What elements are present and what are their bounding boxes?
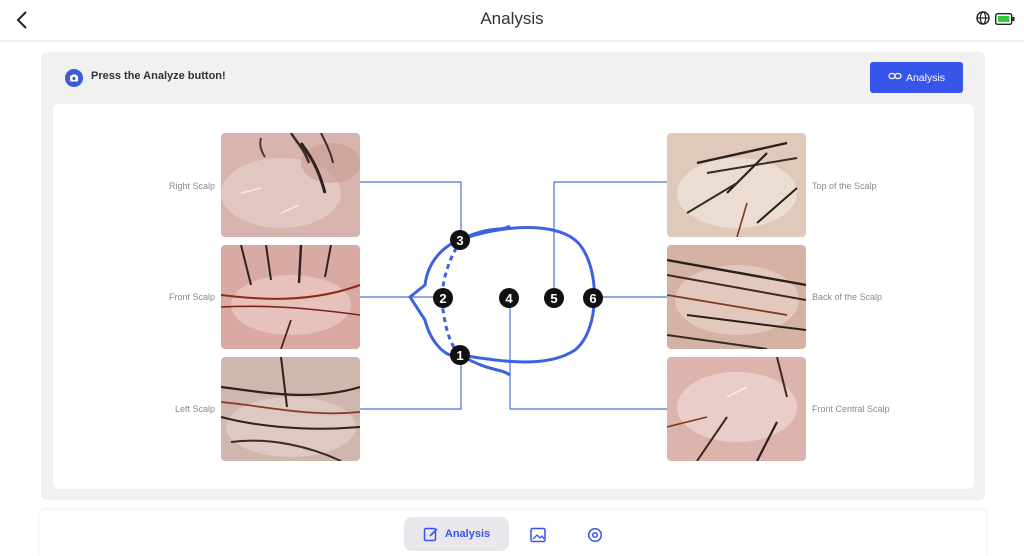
- photo-back-of-scalp[interactable]: [667, 245, 806, 349]
- instruction-text: Press the Analyze button!: [91, 70, 226, 82]
- photo-front-scalp[interactable]: [221, 245, 360, 349]
- photo-top-of-scalp[interactable]: [667, 133, 806, 237]
- top-bar: [0, 0, 1024, 40]
- label-top-of-scalp: Top of the Scalp: [812, 181, 877, 191]
- link-icon: [888, 71, 902, 84]
- analysis-button-label: Analysis: [905, 71, 946, 84]
- back-arrow-icon[interactable]: [10, 7, 36, 33]
- edit-icon: [423, 526, 439, 542]
- label-back-of-scalp: Back of the Scalp: [812, 292, 883, 302]
- label-right-scalp: Right Scalp: [168, 181, 215, 191]
- photo-left-scalp[interactable]: [221, 357, 360, 461]
- tab-analysis-label: Analysis: [444, 528, 491, 540]
- label-front-central-scalp: Front Central Scalp: [812, 404, 890, 414]
- battery-icon: [994, 12, 1015, 26]
- settings-icon[interactable]: [586, 526, 604, 544]
- tab-analysis[interactable]: Analysis: [404, 517, 509, 551]
- label-left-scalp: Left Scalp: [174, 404, 215, 414]
- photo-front-central-scalp[interactable]: [667, 357, 806, 461]
- analysis-button[interactable]: Analysis: [870, 62, 963, 93]
- bottom-nav: [40, 510, 986, 556]
- photo-right-scalp[interactable]: [221, 133, 360, 237]
- image-icon[interactable]: [529, 526, 547, 544]
- camera-icon: [65, 69, 83, 87]
- globe-icon[interactable]: [975, 10, 991, 26]
- label-front-scalp: Front Scalp: [168, 292, 215, 302]
